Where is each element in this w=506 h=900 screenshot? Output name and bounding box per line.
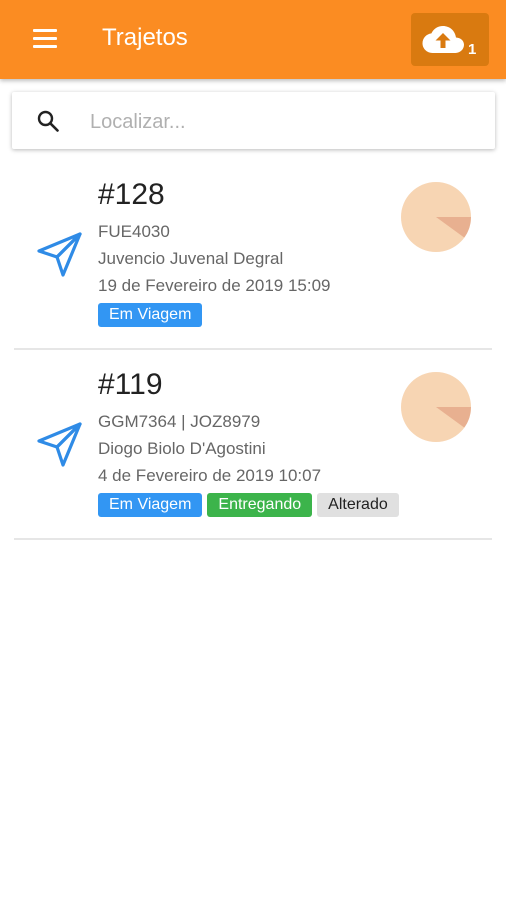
trip-plates: GGM7364 | JOZ8979 bbox=[98, 412, 261, 431]
status-badges: Em Viagem Entregando Alterado bbox=[98, 493, 399, 517]
status-badge-entregando: Entregando bbox=[207, 493, 313, 517]
trip-progress-pie bbox=[401, 372, 471, 442]
search-icon bbox=[37, 110, 59, 132]
trip-datetime: 4 de Fevereiro de 2019 10:07 bbox=[98, 466, 322, 485]
trip-driver: Diogo Biolo D'Agostini bbox=[98, 439, 266, 458]
trip-list-item[interactable]: #128 FUE4030 Juvencio Juvenal Degral 19 … bbox=[14, 160, 492, 350]
pending-sync-count: 1 bbox=[468, 41, 477, 58]
search-bar bbox=[12, 92, 495, 149]
search-input[interactable] bbox=[88, 104, 482, 140]
sync-upload-button[interactable]: 1 bbox=[411, 13, 489, 66]
paper-plane-icon bbox=[37, 422, 82, 467]
status-badges: Em Viagem bbox=[98, 303, 203, 327]
page-title: Trajetos bbox=[102, 24, 188, 51]
cloud-upload-icon bbox=[422, 26, 464, 53]
status-badge-alterado: Alterado bbox=[317, 493, 399, 517]
hamburger-menu-icon[interactable] bbox=[30, 26, 60, 52]
trip-number: #119 bbox=[98, 368, 163, 401]
trip-number: #128 bbox=[98, 178, 165, 211]
trip-list-item[interactable]: #119 GGM7364 | JOZ8979 Diogo Biolo D'Ago… bbox=[14, 350, 492, 540]
trip-datetime: 19 de Fevereiro de 2019 15:09 bbox=[98, 276, 331, 295]
app-bar: Trajetos 1 bbox=[0, 0, 506, 79]
paper-plane-icon bbox=[37, 232, 82, 277]
status-badge-em-viagem: Em Viagem bbox=[98, 303, 203, 327]
trip-plates: FUE4030 bbox=[98, 222, 170, 241]
status-badge-em-viagem: Em Viagem bbox=[98, 493, 203, 517]
trip-progress-pie bbox=[401, 182, 471, 252]
trip-driver: Juvencio Juvenal Degral bbox=[98, 249, 284, 268]
